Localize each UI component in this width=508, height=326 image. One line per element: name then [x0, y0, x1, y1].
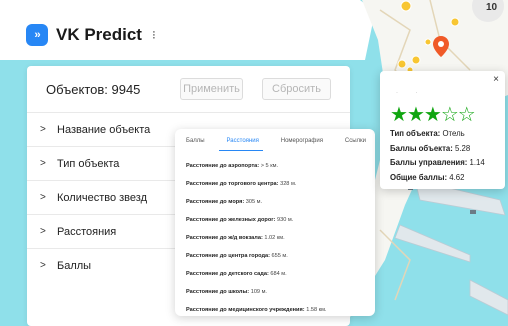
distance-row: Расстояние до ж/д вокзала: 1.02 км.	[186, 229, 375, 247]
distance-label: Расстояние до торгового центра:	[186, 181, 279, 187]
distance-label: Расстояние до аэропорта:	[186, 163, 260, 169]
vk-predict-logo-icon: ››	[26, 24, 48, 46]
star-empty-icon: ☆	[440, 104, 459, 126]
star-filled-icon: ★	[406, 104, 425, 126]
popup-tabs: Баллы Расстояния Номерография Ссылки	[175, 129, 375, 151]
filter-item-label: Расстояния	[57, 225, 117, 238]
chevron-right-icon: >	[40, 260, 46, 271]
distance-value: 930 м.	[277, 217, 294, 223]
info-label: Общие баллы:	[390, 172, 448, 182]
filter-panel-header: Объектов: 9945 Применить Сбросить	[27, 66, 350, 112]
distance-label: Расстояние до моря:	[186, 199, 245, 205]
star-filled-icon: ★	[390, 104, 408, 126]
reset-button[interactable]: Сбросить	[262, 78, 331, 100]
chevron-right-icon: >	[40, 158, 46, 169]
filter-item-label: Баллы	[57, 259, 92, 272]
object-details-popup: Баллы Расстояния Номерография Ссылки Рас…	[175, 129, 375, 316]
distance-label: Расстояние до центра города:	[186, 253, 270, 259]
distance-label: Расстояние до железных дорог:	[186, 217, 276, 223]
info-label: Тип объекта:	[390, 129, 441, 138]
active-tab-indicator	[219, 150, 263, 151]
chevron-right-icon: >	[40, 192, 46, 203]
objects-count: Объектов: 9945	[46, 81, 141, 97]
tab-room-inventory[interactable]: Номерография	[281, 138, 323, 151]
map-selected-pin-dot	[438, 41, 444, 47]
distance-label: Расстояние до школы:	[186, 289, 250, 295]
distance-value: 1.02 км.	[264, 235, 285, 241]
map-marker[interactable]	[397, 59, 407, 69]
apply-button[interactable]: Применить	[180, 78, 243, 100]
info-label: Баллы управления:	[390, 158, 468, 167]
distance-row: Расстояние до торгового центра: 328 м.	[186, 175, 375, 193]
map-marker[interactable]	[400, 0, 412, 12]
distances-list: Расстояние до аэропорта: > 5 км. Расстоя…	[175, 151, 375, 319]
filter-item-label: Тип объекта	[57, 157, 120, 170]
tab-scores[interactable]: Баллы	[186, 138, 205, 151]
info-value: 4.62	[449, 172, 465, 182]
info-row: Баллы управления: 1.14	[390, 156, 485, 171]
star-empty-icon: ☆	[457, 104, 476, 126]
map-marker[interactable]	[450, 17, 460, 27]
filter-item-label: Название объекта	[57, 123, 151, 136]
tab-links[interactable]: Ссылки	[345, 138, 366, 151]
distance-label: Расстояние до медицинского учреждения:	[186, 307, 305, 313]
map-building	[470, 210, 476, 214]
chevron-right-icon: >	[40, 124, 46, 135]
app-logo[interactable]: ›› VK Predict ⁝	[26, 24, 156, 46]
distance-row: Расстояние до центра города: 655 м.	[186, 247, 375, 265]
star-filled-icon: ★	[423, 104, 442, 126]
app-title: VK Predict	[56, 25, 142, 44]
distance-row: Расстояние до железных дорог: 930 м.	[186, 211, 375, 229]
distance-row: Расстояние до аэропорта: > 5 км.	[186, 157, 375, 175]
object-card: × · · ★★★☆☆ Тип объекта: Отель Баллы объ…	[380, 71, 505, 189]
close-icon[interactable]: ×	[493, 74, 499, 85]
distance-row: Расстояние до школы: 109 м.	[186, 283, 375, 301]
info-label: Баллы объекта:	[390, 143, 453, 153]
more-menu-icon[interactable]: ⁝	[152, 28, 156, 42]
distance-value: 328 м.	[280, 181, 297, 187]
info-value: 1.14	[469, 158, 485, 167]
info-value: Отель	[442, 129, 465, 138]
info-row: Общие баллы: 4.62	[390, 171, 485, 186]
distance-value: 655 м.	[271, 253, 288, 259]
info-row: Тип объекта: Отель	[390, 127, 485, 142]
distance-value: 109 м.	[250, 289, 267, 295]
map-marker[interactable]	[424, 38, 432, 46]
distance-value: 305 м.	[245, 199, 263, 205]
distance-value: 684 м.	[270, 271, 287, 277]
distance-label: Расстояние до детского сада:	[186, 271, 269, 277]
info-row: Баллы объекта: 5.28	[390, 142, 485, 157]
distance-row: Расстояние до моря: 305 м.	[186, 193, 375, 211]
distance-label: Расстояние до ж/д вокзала:	[186, 235, 263, 241]
distance-row: Расстояние до детского сада: 684 м.	[186, 265, 375, 283]
filter-item-label: Количество звезд	[57, 191, 147, 204]
distance-value: > 5 км.	[260, 163, 279, 169]
card-thumbnail-dots: · ·	[396, 90, 426, 96]
object-info: Тип объекта: Отель Баллы объекта: 5.28 Б…	[390, 127, 485, 185]
distance-value: 1.58 км.	[306, 307, 327, 313]
map-zoom-label: 10	[486, 2, 498, 13]
chevron-right-icon: >	[40, 226, 46, 237]
star-rating: ★★★☆☆	[390, 102, 476, 127]
map-marker[interactable]	[411, 55, 421, 65]
distance-row: Расстояние до медицинского учреждения: 1…	[186, 301, 375, 319]
info-value: 5.28	[455, 143, 471, 153]
